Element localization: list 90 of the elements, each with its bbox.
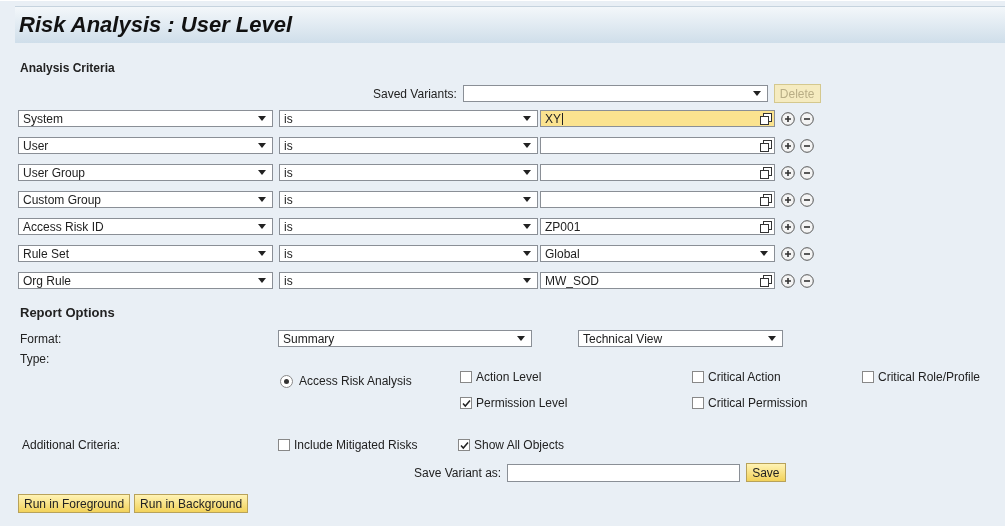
operator-dropdown[interactable]: is (279, 137, 538, 154)
view-dropdown[interactable]: Technical View (578, 330, 783, 347)
multiple-selection-icon[interactable] (760, 139, 772, 152)
checkbox-label: Include Mitigated Risks (294, 438, 418, 452)
operator-dropdown[interactable]: is (279, 164, 538, 181)
section-heading: Report Options (20, 305, 116, 320)
field-dropdown[interactable]: Rule Set (18, 245, 273, 262)
field-dropdown[interactable]: Access Risk ID (18, 218, 273, 235)
remove-icon[interactable] (800, 111, 814, 126)
checkbox[interactable] (458, 439, 470, 451)
caret-icon (768, 336, 776, 341)
add-icon[interactable] (781, 273, 795, 288)
caret-icon (258, 170, 266, 175)
add-icon[interactable] (781, 246, 795, 261)
operator-dropdown[interactable]: is (279, 245, 538, 262)
add-icon[interactable] (781, 165, 795, 180)
operator-dropdown[interactable]: is (279, 191, 538, 208)
value-field[interactable]: MW_SOD (540, 272, 775, 289)
value-field[interactable] (540, 191, 775, 208)
value-field[interactable]: ZP001 (540, 218, 775, 235)
caret-icon (258, 197, 266, 202)
checkbox-label: Show All Objects (474, 438, 565, 452)
field-dropdown[interactable]: Custom Group (18, 191, 273, 208)
add-icon[interactable] (781, 192, 795, 207)
caret-icon (523, 116, 531, 121)
field-dropdown[interactable]: System (18, 110, 273, 127)
caret-icon (517, 336, 525, 341)
caret-icon (258, 116, 266, 121)
additional-criteria-label: Additional Criteria: (22, 438, 122, 452)
format-dropdown[interactable]: Summary (278, 330, 532, 347)
checkbox[interactable] (692, 397, 704, 409)
run-button[interactable]: Run in Foreground (18, 494, 131, 513)
operator-dropdown[interactable]: is (279, 110, 538, 127)
operator-dropdown[interactable]: is (279, 218, 538, 235)
operator-dropdown[interactable]: is (279, 272, 538, 289)
remove-icon[interactable] (800, 246, 814, 261)
caret-icon (523, 251, 531, 256)
remove-icon[interactable] (800, 165, 814, 180)
multiple-selection-icon[interactable] (760, 112, 772, 125)
value-dropdown[interactable]: Global (540, 245, 775, 262)
multiple-selection-icon[interactable] (760, 220, 772, 233)
caret-icon (258, 251, 266, 256)
multiple-selection-icon[interactable] (760, 166, 772, 179)
saved-variants-label: Saved Variants: (373, 86, 457, 101)
caret-icon (760, 251, 768, 256)
value-field[interactable] (540, 137, 775, 154)
run-button[interactable]: Run in Background (134, 494, 249, 513)
checkbox-label: Critical Permission (708, 396, 808, 410)
multiple-selection-icon[interactable] (760, 274, 772, 287)
remove-icon[interactable] (800, 273, 814, 288)
caret-icon (258, 278, 266, 283)
checkbox-label: Critical Action (708, 370, 781, 384)
checkbox-label: Permission Level (476, 396, 568, 410)
field-dropdown[interactable]: User Group (18, 164, 273, 181)
save-variant-field[interactable] (507, 463, 741, 482)
checkbox[interactable] (460, 371, 472, 383)
page-title: Risk Analysis : User Level (18, 12, 293, 38)
multiple-selection-icon[interactable] (760, 193, 772, 206)
value-field[interactable]: XY (540, 110, 775, 127)
remove-icon[interactable] (800, 192, 814, 207)
caret-icon (523, 278, 531, 283)
field-dropdown[interactable]: Org Rule (18, 272, 273, 289)
saved-variants-dropdown[interactable] (462, 85, 768, 102)
checkbox[interactable] (460, 397, 472, 409)
caret-icon (523, 224, 531, 229)
add-icon[interactable] (781, 219, 795, 234)
checkbox[interactable] (692, 371, 704, 383)
section-heading: Analysis Criteria (20, 61, 116, 75)
add-icon[interactable] (781, 111, 795, 126)
caret-icon (258, 224, 266, 229)
radio-button[interactable] (280, 374, 293, 388)
caret-icon (523, 170, 531, 175)
save-variant-label: Save Variant as: (414, 465, 502, 480)
checkbox[interactable] (278, 439, 290, 451)
caret-icon (523, 197, 531, 202)
format-label: Format: (20, 331, 63, 346)
remove-icon[interactable] (800, 138, 814, 153)
caret-icon (523, 143, 531, 148)
radio-option[interactable]: Access Risk Analysis (280, 374, 460, 388)
field-dropdown[interactable]: User (18, 137, 273, 154)
checkbox-label: Action Level (476, 370, 542, 384)
add-icon[interactable] (781, 138, 795, 153)
remove-icon[interactable] (800, 219, 814, 234)
save-button[interactable]: Save (746, 463, 786, 482)
caret-icon (752, 91, 761, 96)
checkbox[interactable] (862, 371, 874, 383)
caret-icon (258, 143, 266, 148)
value-field[interactable] (540, 164, 775, 181)
checkbox-label: Critical Role/Profile (878, 370, 981, 384)
type-label: Type: (20, 352, 51, 366)
